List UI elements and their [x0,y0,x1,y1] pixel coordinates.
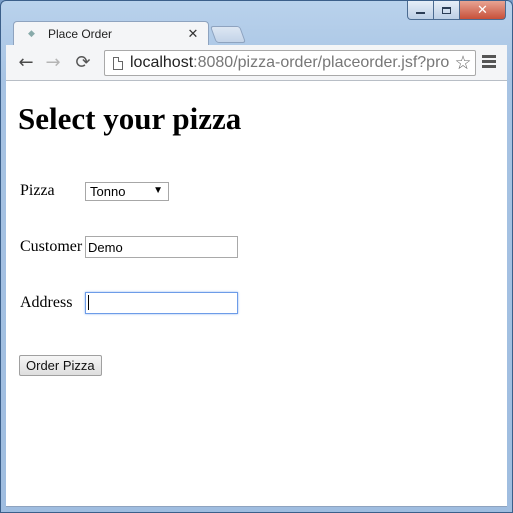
customer-row: Customer [20,235,82,259]
reload-button[interactable]: ⟳ [72,53,94,73]
customer-label: Customer [20,238,83,255]
tab-close-icon[interactable]: ✕ [186,27,200,42]
pizza-label: Pizza [20,182,55,199]
arrow-right-icon: → [45,52,61,73]
hamburger-menu-icon[interactable] [482,55,496,70]
browser-toolbar: ← → ⟳ localhost:8080/pizza-order/placeor… [6,45,507,81]
star-icon[interactable]: ☆ [451,52,475,74]
page-content: Select your pizza Pizza Tonno ▼ Customer… [6,81,507,507]
forward-button[interactable]: → [42,53,64,73]
chevron-down-icon: ▼ [153,185,163,196]
customer-input[interactable] [85,236,238,258]
tab-title: Place Order [48,27,113,41]
url-host: localhost [130,54,194,71]
maximize-icon [442,6,451,14]
url-path: :8080/pizza-order/placeorder.jsf?pro [193,54,450,71]
url-text[interactable]: localhost:8080/pizza-order/placeorder.js… [130,54,451,72]
pizza-select[interactable]: Tonno ▼ [85,182,169,201]
close-icon: ✕ [477,2,488,18]
tab-place-order[interactable]: ◆ Place Order ✕ [13,21,209,46]
pizza-row: Pizza [20,179,55,203]
new-tab-button[interactable] [209,26,247,43]
page-icon [113,56,123,70]
back-button[interactable]: ← [15,53,37,73]
minimize-button[interactable] [407,1,434,20]
address-label: Address [20,294,73,311]
address-input[interactable] [85,292,238,314]
text-caret [88,295,89,310]
pizza-selected-value: Tonno [90,184,126,199]
maximize-button[interactable] [434,1,460,20]
window-caption-buttons: ✕ [407,1,506,20]
reload-icon: ⟳ [75,52,91,73]
page-title: Select your pizza [18,101,242,136]
browser-window: ✕ ◆ Place Order ✕ ← → ⟳ localhost:8080/p… [0,0,513,513]
globe-icon: ◆ [28,29,35,39]
address-row: Address [20,291,72,315]
order-pizza-button[interactable]: Order Pizza [19,355,102,376]
minimize-icon [416,11,425,14]
address-bar[interactable]: localhost:8080/pizza-order/placeorder.js… [104,50,476,76]
window-close-button[interactable]: ✕ [460,1,506,20]
arrow-left-icon: ← [18,52,34,73]
